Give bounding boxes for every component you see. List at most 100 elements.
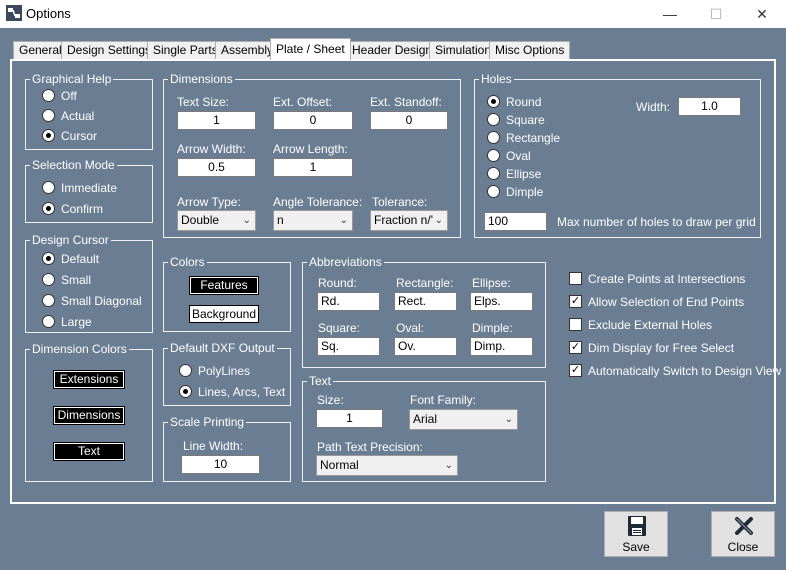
abbr-ellipse-label: Ellipse: bbox=[472, 276, 511, 290]
arrow-width-input[interactable]: 0.5 bbox=[177, 158, 256, 177]
radio-label: Immediate bbox=[61, 181, 118, 195]
abbr-oval-input[interactable]: Ov. bbox=[394, 337, 457, 356]
dimensions-color-button[interactable]: Dimensions bbox=[53, 406, 125, 425]
group-title: Scale Printing bbox=[170, 415, 245, 429]
tab-single-parts[interactable]: Single Parts bbox=[147, 41, 224, 59]
radio-label: Actual bbox=[61, 109, 95, 123]
radio-off[interactable] bbox=[42, 89, 55, 102]
extensions-color-button[interactable]: Extensions bbox=[53, 370, 125, 389]
radio-rectangle[interactable] bbox=[487, 131, 500, 144]
group-title: Dimensions bbox=[170, 72, 233, 86]
angle-tolerance-label: Angle Tolerance: bbox=[273, 195, 363, 209]
radio-confirm[interactable] bbox=[42, 202, 55, 215]
max-holes-input[interactable]: 100 bbox=[484, 212, 547, 231]
group-title: Abbreviations bbox=[309, 255, 382, 269]
arrow-type-dropdown[interactable]: Double ⌄ bbox=[177, 210, 256, 231]
checkbox-label: Allow Selection of End Points bbox=[588, 295, 745, 309]
checkbox-allow-end-points[interactable]: ✓ bbox=[569, 295, 582, 308]
radio-label: Default bbox=[61, 252, 100, 266]
radio-ellipse[interactable] bbox=[487, 167, 500, 180]
tolerance-dropdown[interactable]: Fraction n/' ⌄ bbox=[370, 210, 448, 231]
abbr-oval-label: Oval: bbox=[396, 321, 425, 335]
text-size-label: Text Size: bbox=[177, 95, 230, 109]
maximize-button[interactable]: ☐ bbox=[694, 0, 738, 28]
checkbox-exclude-external-holes[interactable] bbox=[569, 318, 582, 331]
radio-small[interactable] bbox=[42, 273, 55, 286]
chevron-down-icon: ⌄ bbox=[504, 414, 513, 425]
minimize-button[interactable]: — bbox=[648, 0, 692, 28]
chevron-down-icon: ⌄ bbox=[444, 460, 453, 471]
close-button[interactable]: Close bbox=[711, 511, 775, 557]
ext-standoff-input[interactable]: 0 bbox=[370, 111, 448, 130]
radio-actual[interactable] bbox=[42, 109, 55, 122]
radio-label: Ellipse bbox=[506, 167, 542, 181]
save-button[interactable]: Save bbox=[604, 511, 668, 557]
radio-label: Confirm bbox=[61, 202, 104, 216]
angle-tolerance-dropdown[interactable]: n ⌄ bbox=[273, 210, 353, 231]
tab-plate-sheet[interactable]: Plate / Sheet bbox=[270, 38, 351, 60]
tolerance-label: Tolerance: bbox=[372, 195, 428, 209]
tab-misc-options[interactable]: Misc Options bbox=[489, 41, 571, 59]
chevron-down-icon: ⌄ bbox=[242, 215, 251, 226]
tab-design-settings[interactable]: Design Settings bbox=[61, 41, 158, 59]
radio-label: Small bbox=[61, 273, 92, 287]
hole-width-input[interactable]: 1.0 bbox=[678, 97, 741, 116]
font-family-dropdown[interactable]: Arial ⌄ bbox=[409, 409, 518, 430]
checkbox-label: Exclude External Holes bbox=[588, 318, 713, 332]
group-title: Holes bbox=[481, 72, 512, 86]
checkbox-auto-switch[interactable]: ✓ bbox=[569, 364, 582, 377]
checkbox-create-points[interactable] bbox=[569, 272, 582, 285]
line-width-input[interactable]: 10 bbox=[181, 455, 260, 474]
text-color-button[interactable]: Text bbox=[53, 442, 125, 461]
path-precision-label: Path Text Precision: bbox=[317, 440, 423, 454]
checkbox-label: Dim Display for Free Select bbox=[588, 341, 735, 355]
chevron-down-icon: ⌄ bbox=[339, 215, 348, 226]
tab-header-design[interactable]: Header Design bbox=[346, 41, 439, 59]
checkbox-dim-display[interactable]: ✓ bbox=[569, 341, 582, 354]
ext-offset-input[interactable]: 0 bbox=[273, 111, 353, 130]
radio-label: Rectangle bbox=[506, 131, 561, 145]
abbr-rectangle-label: Rectangle: bbox=[396, 276, 454, 290]
radio-label: Oval bbox=[506, 149, 531, 163]
radio-label: Square bbox=[506, 113, 545, 127]
abbr-dimple-label: Dimple: bbox=[472, 321, 513, 335]
features-color-button[interactable]: Features bbox=[189, 276, 259, 295]
radio-lines-arcs-text[interactable] bbox=[179, 385, 192, 398]
radio-round[interactable] bbox=[487, 95, 500, 108]
arrow-type-label: Arrow Type: bbox=[177, 195, 241, 209]
group-title: Default DXF Output bbox=[170, 341, 275, 355]
radio-cursor[interactable] bbox=[42, 129, 55, 142]
path-precision-dropdown[interactable]: Normal ⌄ bbox=[316, 455, 458, 476]
group-title: Text bbox=[309, 374, 332, 388]
radio-label: Small Diagonal bbox=[61, 294, 142, 308]
abbr-ellipse-input[interactable]: Elps. bbox=[470, 292, 533, 311]
line-width-label: Line Width: bbox=[183, 439, 244, 453]
arrow-length-input[interactable]: 1 bbox=[273, 158, 353, 177]
text-size-input[interactable]: 1 bbox=[177, 111, 256, 130]
save-label: Save bbox=[622, 540, 650, 554]
abbr-square-input[interactable]: Sq. bbox=[317, 337, 380, 356]
text-size-label: Size: bbox=[317, 393, 344, 407]
text-size-field[interactable]: 1 bbox=[316, 409, 383, 428]
radio-default[interactable] bbox=[42, 252, 55, 265]
radio-polylines[interactable] bbox=[179, 364, 192, 377]
group-title: Design Cursor bbox=[32, 233, 109, 247]
ext-standoff-label: Ext. Standoff: bbox=[370, 95, 442, 109]
radio-oval[interactable] bbox=[487, 149, 500, 162]
radio-label: Cursor bbox=[61, 129, 98, 143]
font-family-value: Arial bbox=[413, 412, 438, 426]
radio-dimple[interactable] bbox=[487, 185, 500, 198]
tab-simulation[interactable]: Simulation bbox=[429, 41, 498, 59]
radio-immediate[interactable] bbox=[42, 181, 55, 194]
arrow-length-label: Arrow Length: bbox=[273, 142, 348, 156]
close-window-button[interactable]: ✕ bbox=[740, 0, 784, 28]
radio-small-diagonal[interactable] bbox=[42, 294, 55, 307]
tab-general[interactable]: General bbox=[13, 41, 68, 59]
abbr-dimple-input[interactable]: Dimp. bbox=[470, 337, 533, 356]
background-color-button[interactable]: Background bbox=[189, 305, 259, 323]
group-title: Dimension Colors bbox=[32, 342, 127, 356]
abbr-round-input[interactable]: Rd. bbox=[317, 292, 380, 311]
abbr-rectangle-input[interactable]: Rect. bbox=[394, 292, 457, 311]
radio-square[interactable] bbox=[487, 113, 500, 126]
radio-large[interactable] bbox=[42, 315, 55, 328]
